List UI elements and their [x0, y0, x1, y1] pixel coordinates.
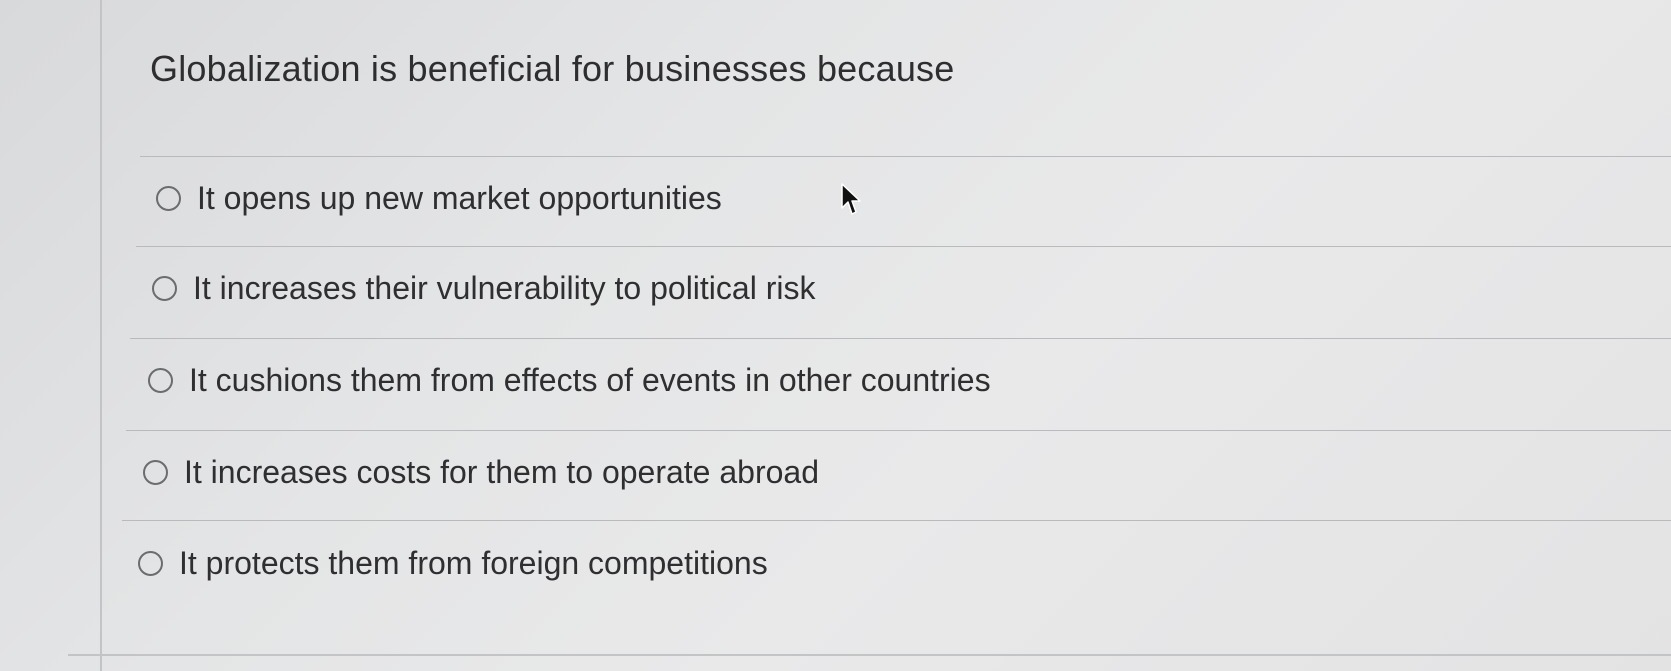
option-new-market-opportunities[interactable]: It opens up new market opportunities: [156, 180, 722, 217]
radio-button[interactable]: [156, 186, 181, 211]
radio-button[interactable]: [152, 276, 177, 301]
radio-button[interactable]: [148, 368, 173, 393]
option-increases-costs[interactable]: It increases costs for them to operate a…: [143, 454, 819, 491]
divider: [126, 430, 1671, 431]
divider: [136, 246, 1671, 247]
question-text: Globalization is beneficial for business…: [150, 48, 955, 89]
option-label: It opens up new market opportunities: [197, 180, 722, 216]
panel-bottom-border: [68, 654, 1671, 656]
option-political-risk[interactable]: It increases their vulnerability to poli…: [152, 270, 815, 307]
divider: [122, 520, 1671, 521]
option-label: It cushions them from effects of events …: [189, 362, 991, 398]
panel-left-border: [100, 0, 102, 671]
radio-button[interactable]: [143, 460, 168, 485]
divider: [140, 156, 1671, 157]
mouse-pointer-icon: [841, 183, 861, 215]
option-label: It increases their vulnerability to poli…: [193, 270, 816, 306]
option-label: It increases costs for them to operate a…: [184, 454, 819, 490]
divider: [130, 338, 1671, 339]
option-label: It protects them from foreign competitio…: [179, 545, 768, 581]
option-protects-foreign-competition[interactable]: It protects them from foreign competitio…: [138, 545, 768, 582]
option-cushions-effects[interactable]: It cushions them from effects of events …: [148, 362, 991, 399]
radio-button[interactable]: [138, 551, 163, 576]
